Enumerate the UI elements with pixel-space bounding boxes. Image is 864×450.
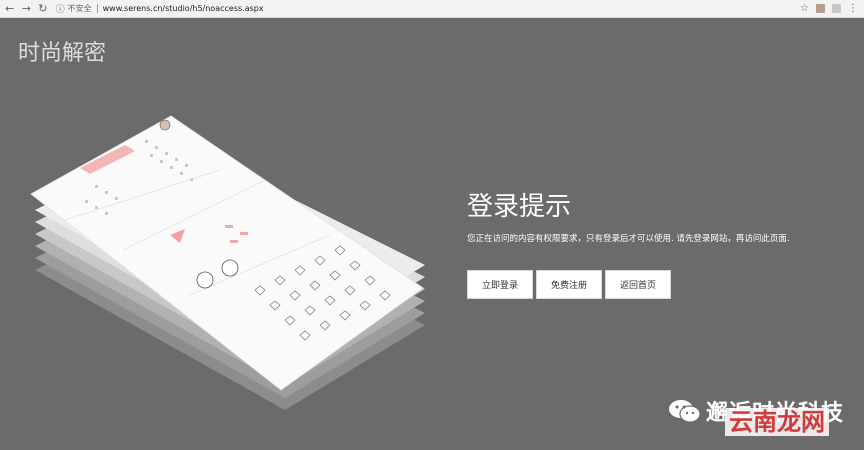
address-divider [96, 4, 98, 13]
layered-pages-illustration [30, 115, 425, 410]
info-icon[interactable]: ⓘ [56, 2, 65, 15]
face-illustration [221, 259, 239, 277]
back-icon[interactable]: ← [3, 2, 17, 16]
avatar-illustration [159, 119, 171, 131]
login-button[interactable]: 立即登录 [467, 270, 533, 299]
url-text[interactable]: www.serens.cn/studio/h5/noaccess.aspx [103, 4, 264, 13]
wechat-icon [669, 400, 701, 423]
security-label: 不安全 [67, 4, 92, 13]
address-bar[interactable]: ⓘ 不安全 www.serens.cn/studio/h5/noaccess.a… [55, 1, 801, 16]
bookmark-star-icon[interactable]: ☆ [800, 3, 809, 14]
site-logo[interactable]: 时尚解密 [18, 35, 106, 67]
page-title: 登录提示 [467, 192, 572, 222]
page-description: 您正在访问的内容有权限要求，只有登录后才可以使用. 请先登录网站，再访问此页面. [467, 234, 790, 244]
home-button[interactable]: 返回首页 [605, 270, 671, 299]
forward-icon[interactable]: → [20, 2, 34, 16]
reload-icon[interactable]: ↻ [36, 2, 50, 16]
extension-icon[interactable] [816, 4, 825, 13]
browser-toolbar: ← → ↻ ⓘ 不安全 www.serens.cn/studio/h5/noac… [0, 0, 864, 18]
action-buttons: 立即登录 免费注册 返回首页 [467, 270, 671, 299]
profile-icon[interactable] [832, 4, 841, 13]
face-illustration [196, 271, 214, 289]
browser-menu-icon[interactable]: ⋮ [848, 3, 858, 14]
register-button[interactable]: 免费注册 [536, 270, 602, 299]
site-watermark: 云南龙网 [725, 408, 829, 436]
